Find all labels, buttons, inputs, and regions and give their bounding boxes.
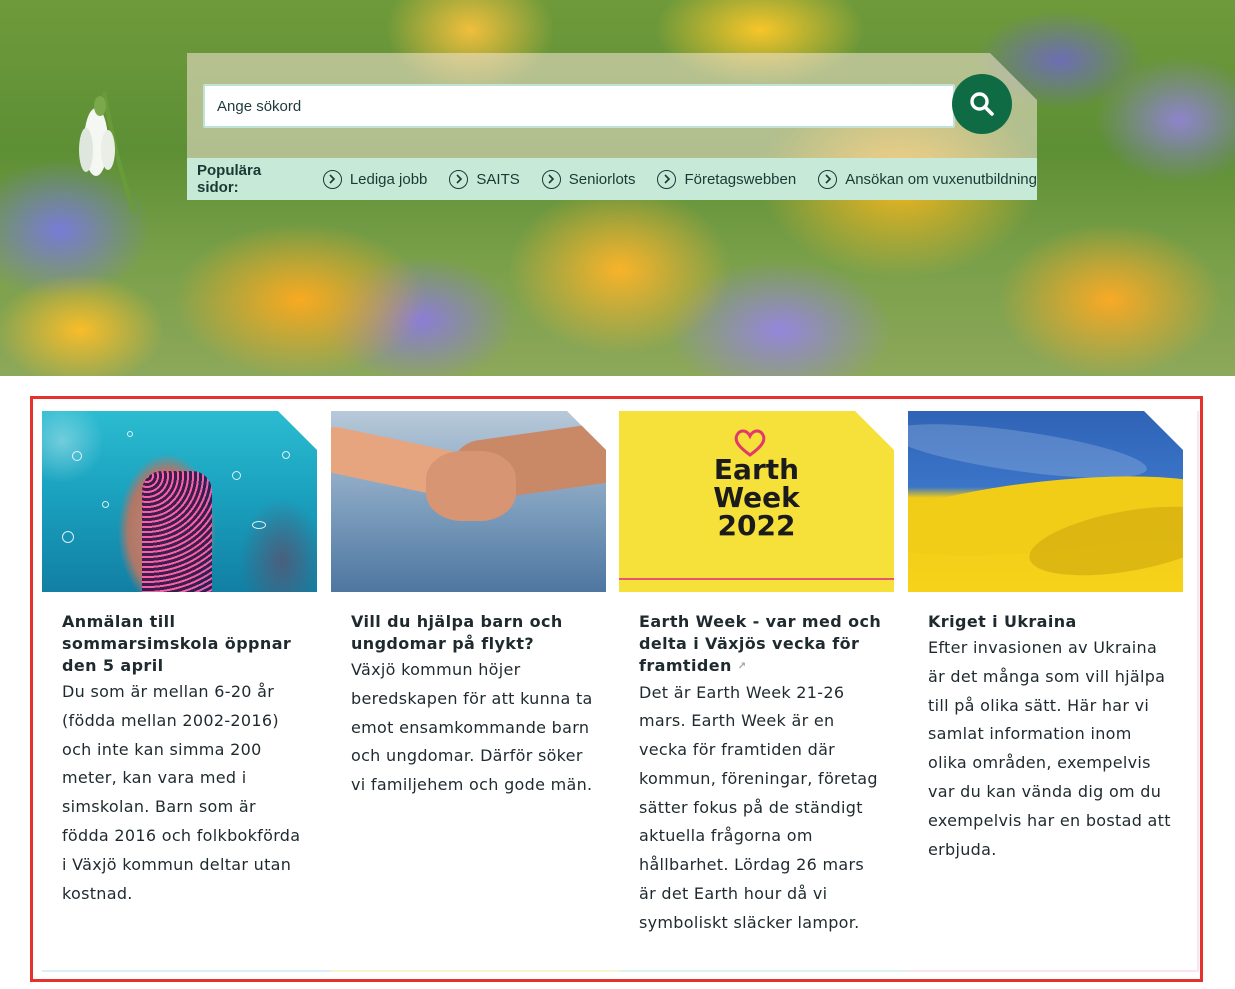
snowdrop-flower-image [79, 92, 136, 212]
hero-banner: Populära sidor: Lediga jobb SAITS Senior… [0, 0, 1235, 376]
card-image-holding-hands [331, 411, 606, 592]
card-image-swimming [42, 411, 317, 592]
card-title-link[interactable]: Earth Week - var med och delta i Växjös … [639, 611, 884, 678]
search-input[interactable] [203, 84, 955, 128]
card-body: Växjö kommun höjer beredskapen för att k… [351, 660, 593, 795]
card-title: Earth Week - var med och delta i Växjös … [639, 612, 882, 675]
earth-week-logo-text: 2022 [717, 509, 796, 542]
card-title[interactable]: Vill du hjälpa barn och ungdomar på flyk… [351, 611, 596, 655]
card-image-earth-week-logo: Earth Week 2022 [619, 411, 894, 592]
popular-link-vuxenutbildning[interactable]: Ansökan om vuxenutbildning [818, 169, 1037, 189]
chevron-right-circle-icon [449, 169, 469, 189]
card-image-ukraine-flag [908, 411, 1183, 592]
popular-link-label: Seniorlots [568, 170, 636, 188]
card-body: Efter invasionen av Ukraina är det många… [928, 638, 1171, 859]
popular-link-lediga-jobb[interactable]: Lediga jobb [322, 169, 428, 189]
card-title[interactable]: Anmälan till sommarsimskola öppnar den 5… [62, 611, 307, 677]
search-panel: Populära sidor: Lediga jobb SAITS Senior… [187, 53, 1037, 200]
popular-link-seniorlots[interactable]: Seniorlots [541, 169, 636, 189]
search-button[interactable] [952, 74, 1012, 134]
card-title[interactable]: Kriget i Ukraina [928, 611, 1173, 633]
chevron-right-circle-icon [541, 169, 561, 189]
news-card-flykt[interactable]: Vill du hjälpa barn och ungdomar på flyk… [331, 411, 622, 972]
popular-pages-bar: Populära sidor: Lediga jobb SAITS Senior… [187, 158, 1037, 200]
news-card-simskola[interactable]: Anmälan till sommarsimskola öppnar den 5… [42, 411, 333, 972]
popular-pages-label: Populära sidor: [197, 162, 262, 196]
popular-link-label: Ansökan om vuxenutbildning [845, 170, 1037, 188]
chevron-right-circle-icon [322, 169, 342, 189]
search-icon [970, 92, 994, 116]
popular-link-label: Företagswebben [684, 170, 797, 188]
popular-link-label: SAITS [476, 170, 520, 188]
popular-link-foretagswebben[interactable]: Företagswebben [657, 169, 797, 189]
chevron-right-circle-icon [818, 169, 838, 189]
news-card-ukraina[interactable]: Kriget i Ukraina Efter invasionen av Ukr… [908, 411, 1199, 972]
external-link-icon: ↗ [737, 660, 747, 672]
popular-link-saits[interactable]: SAITS [449, 169, 520, 189]
news-card-earth-week[interactable]: Earth Week 2022 Earth Week - var med och… [619, 411, 910, 972]
popular-link-label: Lediga jobb [349, 170, 428, 188]
chevron-right-circle-icon [657, 169, 677, 189]
card-body: Du som är mellan 6-20 år (födda mellan 2… [62, 682, 301, 903]
card-body: Det är Earth Week 21-26 mars. Earth Week… [639, 682, 878, 932]
